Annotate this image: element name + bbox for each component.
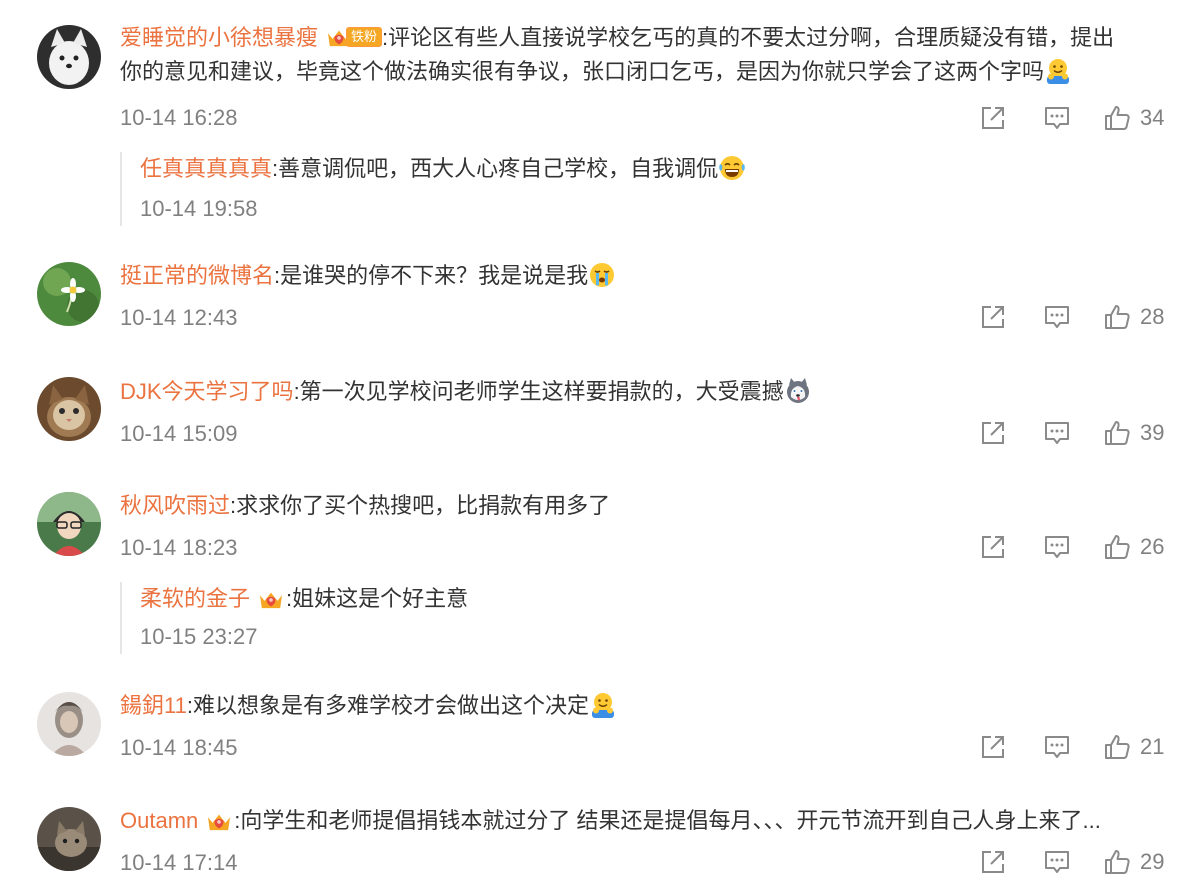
like-count: 29 xyxy=(1140,849,1165,874)
share-button[interactable] xyxy=(978,302,1008,332)
comment-text-content: :第一次见学校问老师学生这样要捐款的，大受震撼 xyxy=(293,379,784,404)
like-count: 39 xyxy=(1140,420,1165,445)
avatar[interactable] xyxy=(37,692,101,756)
comment-icon xyxy=(1042,847,1072,877)
share-icon xyxy=(978,418,1008,448)
avatar[interactable] xyxy=(37,492,101,556)
share-icon xyxy=(978,302,1008,332)
share-button[interactable] xyxy=(978,103,1008,133)
comment-text: 鍚鈅11:难以想象是有多难学校才会做出这个决定 xyxy=(120,689,1170,723)
comment-text-line-1: :评论区有些人直接说学校乞丐的真的不要太过分啊，合理质疑没有错，提出 xyxy=(382,25,1115,50)
comment-text: 挺正常的微博名:是谁哭的停不下来？我是说是我 xyxy=(120,259,1170,293)
reply-button[interactable] xyxy=(1042,532,1072,562)
share-icon xyxy=(978,532,1008,562)
comment-icon xyxy=(1042,302,1072,332)
reply-button[interactable] xyxy=(1042,847,1072,877)
avatar[interactable] xyxy=(37,262,101,326)
thumbs-up-icon xyxy=(1102,532,1132,562)
like-count: 34 xyxy=(1140,105,1165,130)
reply-item: 任真真真真真:善意调侃吧，西大人心疼自己学校，自我调侃 10-14 19:58 xyxy=(120,152,1170,226)
like-button[interactable]: 29 xyxy=(1102,847,1168,877)
like-button[interactable]: 28 xyxy=(1102,302,1168,332)
like-button[interactable]: 34 xyxy=(1102,103,1168,133)
laughing-tears-emoji xyxy=(718,154,746,182)
comment-feed: 爱睡觉的小徐想暴瘦 铁粉:评论区有些人直接说学校乞丐的真的不要太过分啊，合理质疑没… xyxy=(0,0,1200,890)
reply-text-content: :善意调侃吧，西大人心疼自己学校，自我调侃 xyxy=(272,156,719,181)
comment-text: 秋风吹雨过:求求你了买个热搜吧，比捐款有用多了 xyxy=(120,489,1170,523)
comment-text: 爱睡觉的小徐想暴瘦 铁粉:评论区有些人直接说学校乞丐的真的不要太过分啊，合理质疑没… xyxy=(120,21,1170,89)
reply-time: 10-15 23:27 xyxy=(140,624,258,649)
reply-button[interactable] xyxy=(1042,418,1072,448)
username-link[interactable]: DJK今天学习了吗 xyxy=(120,379,294,404)
share-icon xyxy=(978,732,1008,762)
thumbs-up-icon xyxy=(1102,418,1132,448)
share-icon xyxy=(978,103,1008,133)
username-link[interactable]: 任真真真真真 xyxy=(140,156,272,181)
username-link[interactable]: 鍚鈅11 xyxy=(120,693,187,718)
thumbs-up-icon xyxy=(1102,732,1132,762)
avatar[interactable] xyxy=(37,807,101,871)
thumbs-up-icon xyxy=(1102,847,1132,877)
username-link[interactable]: 挺正常的微博名 xyxy=(120,263,274,288)
username-link[interactable]: Outamn xyxy=(120,808,198,833)
reply-button[interactable] xyxy=(1042,732,1072,762)
thumbs-up-icon xyxy=(1102,103,1132,133)
share-icon xyxy=(978,847,1008,877)
reply-time: 10-14 19:58 xyxy=(140,196,258,221)
comment-text-content: :是谁哭的停不下来？我是说是我 xyxy=(274,263,589,288)
comment-icon xyxy=(1042,103,1072,133)
avatar[interactable] xyxy=(37,25,101,89)
crown-badge-icon xyxy=(258,588,284,610)
comment-text-content: :求求你了买个热搜吧，比捐款有用多了 xyxy=(230,493,611,518)
hug-emoji xyxy=(589,691,617,719)
comment-text-content: :难以想象是有多难学校才会做出这个决定 xyxy=(186,693,589,718)
fan-badge-label: 铁粉 xyxy=(346,27,383,47)
like-button[interactable]: 26 xyxy=(1102,532,1168,562)
crying-emoji xyxy=(588,261,616,289)
reply-text-content: :姐妹这是个好主意 xyxy=(286,586,469,611)
comment-icon xyxy=(1042,532,1072,562)
comment-icon xyxy=(1042,418,1072,448)
comment-text: DJK今天学习了吗:第一次见学校问老师学生这样要捐款的，大受震撼 xyxy=(120,375,1170,409)
comment-text: Outamn :向学生和老师提倡捐钱本就过分了 结果还是提倡每月、、、开元节流开到… xyxy=(120,804,1170,838)
comment-icon xyxy=(1042,732,1072,762)
hug-emoji xyxy=(1044,57,1072,85)
username-link[interactable]: 柔软的金子 xyxy=(140,586,250,611)
reply-text: 柔软的金子 :姐妹这是个好主意 xyxy=(140,582,1170,616)
crown-badge xyxy=(258,588,284,610)
comment-text-content: :向学生和老师提倡捐钱本就过分了 结果还是提倡每月、、、开元节流开到自己人身上来… xyxy=(234,808,1101,833)
username-link[interactable]: 秋风吹雨过 xyxy=(120,493,230,518)
reply-item: 柔软的金子 :姐妹这是个好主意 10-15 23:27 xyxy=(120,582,1170,654)
like-count: 28 xyxy=(1140,304,1165,329)
like-button[interactable]: 39 xyxy=(1102,418,1168,448)
like-count: 26 xyxy=(1140,534,1165,559)
crown-badge-icon xyxy=(206,810,232,832)
share-button[interactable] xyxy=(978,418,1008,448)
avatar[interactable] xyxy=(37,377,101,441)
crown-badge xyxy=(206,810,232,832)
comment-text-line-2: 你的意见和建议，毕竟这个做法确实很有争议，张口闭口乞丐，是因为你就只学会了这两个… xyxy=(120,59,1045,84)
share-button[interactable] xyxy=(978,847,1008,877)
reply-text: 任真真真真真:善意调侃吧，西大人心疼自己学校，自我调侃 xyxy=(140,152,1170,186)
husky-emoji xyxy=(784,377,812,405)
thumbs-up-icon xyxy=(1102,302,1132,332)
like-button[interactable]: 21 xyxy=(1102,732,1168,762)
reply-button[interactable] xyxy=(1042,103,1072,133)
fan-badge: 铁粉 xyxy=(326,26,383,48)
reply-button[interactable] xyxy=(1042,302,1072,332)
share-button[interactable] xyxy=(978,532,1008,562)
share-button[interactable] xyxy=(978,732,1008,762)
like-count: 21 xyxy=(1140,734,1165,759)
username-link[interactable]: 爱睡觉的小徐想暴瘦 xyxy=(120,25,318,50)
